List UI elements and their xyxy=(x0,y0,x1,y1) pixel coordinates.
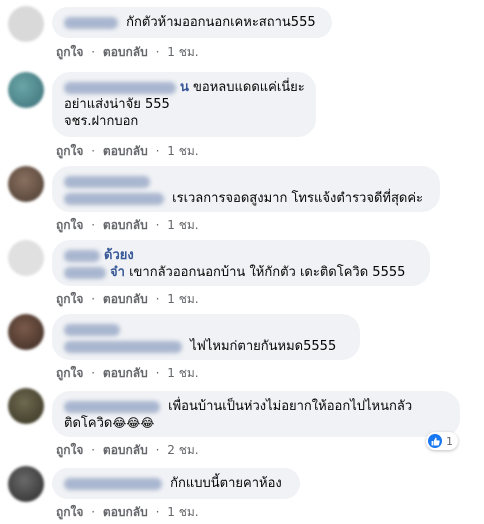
commenter-name[interactable] xyxy=(64,249,100,262)
comment-text: ติดโควิด xyxy=(64,416,113,431)
comment-text: เพื่อนบ้านเป็นห่วงไม่อยากให้ออกไปไหนกลัว xyxy=(168,399,413,414)
commenter-name[interactable] xyxy=(64,340,182,353)
avatar[interactable] xyxy=(8,240,44,276)
like-button[interactable]: ถูกใจ xyxy=(56,292,83,306)
comment-bubble: กักแบบนี้ตายคาห้อง xyxy=(52,468,300,499)
timestamp[interactable]: 1 ชม. xyxy=(167,505,198,519)
thumbs-up-icon xyxy=(428,434,442,448)
timestamp[interactable]: 1 ชม. xyxy=(167,144,198,158)
reply-button[interactable]: ตอบกลับ xyxy=(103,218,148,232)
timestamp[interactable]: 1 ชม. xyxy=(167,45,198,59)
commenter-name[interactable] xyxy=(64,323,120,336)
comment-text: เขากลัวออกนอกบ้าน ให้กักตัว เดะติดโควิด … xyxy=(129,265,406,280)
comment-bubble: น ขอหลบแดดแค่เนี่ยะ อย่าแส่งน่าจัย 555 จ… xyxy=(52,72,316,137)
avatar[interactable] xyxy=(8,72,44,108)
commenter-name-suffix[interactable]: จ๋า xyxy=(110,265,125,280)
reaction-summary[interactable]: 1 xyxy=(426,432,458,450)
commenter-name[interactable] xyxy=(64,477,162,490)
comment-bubble: กักตัวห้ามออกนอกเคหะสถาน555 xyxy=(52,7,332,38)
reply-button[interactable]: ตอบกลับ xyxy=(103,505,148,519)
comment-actions: ถูกใจ · ตอบกลับ · 1 ชม. xyxy=(56,292,199,306)
reply-button[interactable]: ตอบกลับ xyxy=(103,45,148,59)
avatar[interactable] xyxy=(8,388,44,424)
comment-actions: ถูกใจ · ตอบกลับ · 1 ชม. xyxy=(56,505,199,519)
commenter-name[interactable] xyxy=(64,16,118,29)
reaction-count: 1 xyxy=(446,434,453,448)
comment-actions: ถูกใจ · ตอบกลับ · 2 ชม. xyxy=(56,443,199,457)
comment-actions: ถูกใจ · ตอบกลับ · 1 ชม. xyxy=(56,366,199,380)
comment-text: เรเวลการจอดสูงมาก โทรแจ้งตำรวจดีที่สุดค่… xyxy=(172,191,424,206)
comment-text: กักแบบนี้ตายคาห้อง xyxy=(170,476,282,491)
reply-button[interactable]: ตอบกลับ xyxy=(103,443,148,457)
commenter-name[interactable] xyxy=(64,192,164,205)
timestamp[interactable]: 2 ชม. xyxy=(167,443,198,457)
comment-bubble: เรเวลการจอดสูงมาก โทรแจ้งตำรวจดีที่สุดค่… xyxy=(52,166,440,212)
like-button[interactable]: ถูกใจ xyxy=(56,45,83,59)
timestamp[interactable]: 1 ชม. xyxy=(167,218,198,232)
laughing-emoji: 😂😂😂 xyxy=(112,416,155,430)
commenter-name[interactable] xyxy=(64,175,150,188)
reply-button[interactable]: ตอบกลับ xyxy=(103,366,148,380)
reply-button[interactable]: ตอบกลับ xyxy=(103,292,148,306)
comment-actions: ถูกใจ · ตอบกลับ · 1 ชม. xyxy=(56,45,199,59)
comment-text: ไฟไหมก่ตายกันหมด5555 xyxy=(190,339,337,354)
comment-actions: ถูกใจ · ตอบกลับ · 1 ชม. xyxy=(56,144,199,158)
comment-bubble: ไฟไหมก่ตายกันหมด5555 xyxy=(52,314,360,360)
like-button[interactable]: ถูกใจ xyxy=(56,443,83,457)
like-button[interactable]: ถูกใจ xyxy=(56,218,83,232)
reply-button[interactable]: ตอบกลับ xyxy=(103,144,148,158)
commenter-name[interactable] xyxy=(64,400,160,413)
comment-bubble: เพื่อนบ้านเป็นห่วงไม่อยากให้ออกไปไหนกลัว… xyxy=(52,391,460,437)
avatar[interactable] xyxy=(8,6,44,42)
like-button[interactable]: ถูกใจ xyxy=(56,144,83,158)
commenter-name-suffix[interactable]: ด้วยง xyxy=(104,248,134,263)
like-button[interactable]: ถูกใจ xyxy=(56,505,83,519)
commenter-name[interactable] xyxy=(64,266,106,279)
comment-bubble: ด้วยง จ๋า เขากลัวออกนอกบ้าน ให้กักตัว เด… xyxy=(52,240,430,286)
comment-text: อย่าแส่งน่าจัย 555 xyxy=(64,97,170,112)
like-button[interactable]: ถูกใจ xyxy=(56,366,83,380)
commenter-name[interactable] xyxy=(64,81,176,94)
timestamp[interactable]: 1 ชม. xyxy=(167,292,198,306)
comment-actions: ถูกใจ · ตอบกลับ · 1 ชม. xyxy=(56,218,199,232)
avatar[interactable] xyxy=(8,314,44,350)
avatar[interactable] xyxy=(8,466,44,502)
avatar[interactable] xyxy=(8,166,44,202)
comment-text: ขอหลบแดดแค่เนี่ยะ xyxy=(193,80,305,95)
comment-text: จชร.ฝากบอก xyxy=(64,114,139,129)
timestamp[interactable]: 1 ชม. xyxy=(167,366,198,380)
commenter-name-suffix[interactable]: น xyxy=(180,80,189,95)
comment-text: กักตัวห้ามออกนอกเคหะสถาน555 xyxy=(126,15,316,30)
